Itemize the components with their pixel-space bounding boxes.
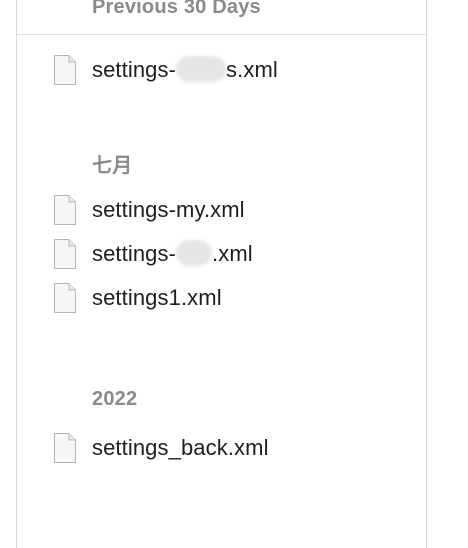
document-icon [54, 283, 76, 313]
file-row[interactable]: settings- .xml [52, 237, 253, 271]
file-list-window: Previous 30 Days settings-s.xml 七月 setti… [0, 0, 468, 548]
file-name: settings-my.xml [92, 197, 245, 222]
file-name: settings_back.xml [92, 435, 269, 460]
file-row[interactable]: settings-my.xml [52, 193, 245, 227]
file-row[interactable]: settings_back.xml [52, 431, 269, 465]
section-header-july: 七月 [92, 155, 133, 177]
document-icon [54, 239, 76, 269]
document-icon [54, 195, 76, 225]
section-header-previous-30-days: Previous 30 Days [92, 0, 261, 18]
right-pane-border [426, 0, 427, 548]
file-name: settings1.xml [92, 285, 222, 310]
file-row[interactable]: settings-s.xml [52, 53, 278, 87]
section-divider [17, 34, 426, 35]
redacted-text [176, 56, 227, 83]
file-name: settings- .xml [92, 240, 253, 267]
document-icon [54, 433, 76, 463]
redacted-text [176, 240, 213, 267]
document-icon [54, 55, 76, 85]
section-header-2022: 2022 [92, 388, 138, 410]
file-name: settings-s.xml [92, 56, 278, 83]
left-pane-border [16, 0, 17, 548]
file-row[interactable]: settings1.xml [52, 281, 222, 315]
